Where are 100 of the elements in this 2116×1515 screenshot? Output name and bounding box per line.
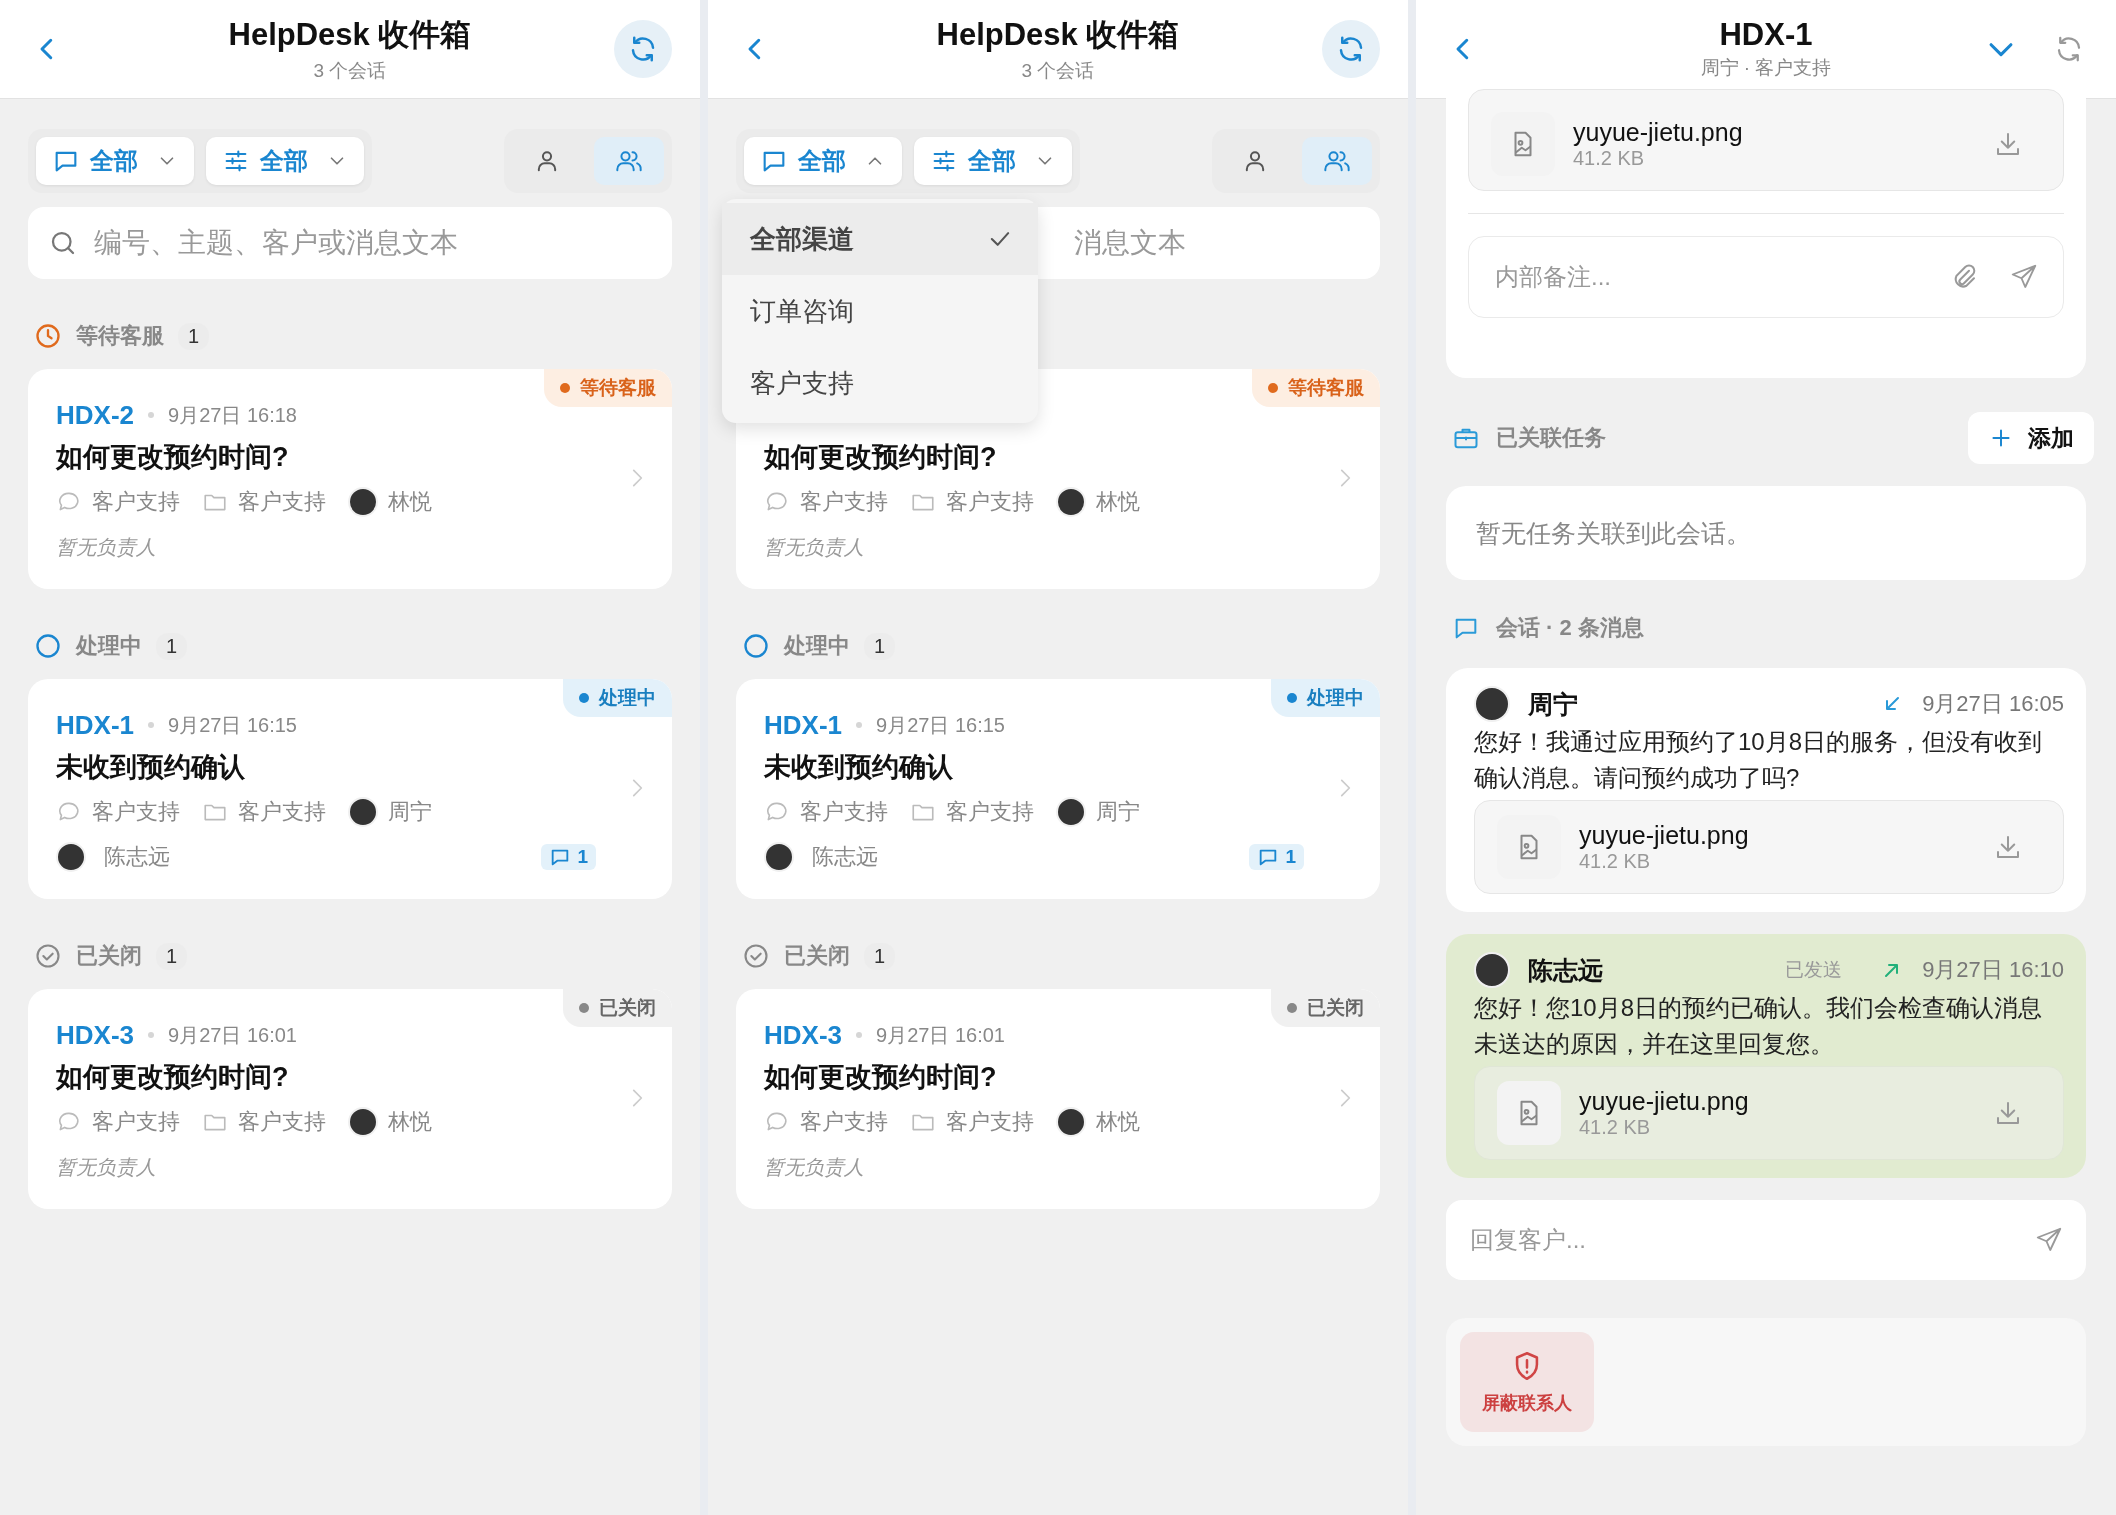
window-subtitle: 周宁 · 客户支持 [1700,56,1832,80]
window-subtitle: 3 个会话 [1020,59,1096,83]
status-dot [1287,693,1297,703]
ticket-subject: 如何更改预约时间? [764,441,998,474]
group-title: 处理中 [784,632,850,660]
separator-dot [856,1032,862,1038]
ticket-subject: 如何更改预约时间? [56,441,290,474]
search-field[interactable]: 编号、主题、客户或消息文本 [92,226,652,260]
message-time: 9月27日 16:05 [1922,690,2064,718]
group-title: 等待客服 [76,322,164,350]
attachment-card[interactable]: yuyue-jietu.png 41.2 KB [1468,89,2064,191]
avatar [56,842,86,872]
file-name: yuyue-jietu.png [1579,821,1750,850]
group-title: 已关闭 [76,942,142,970]
count-badge: 1 [156,632,188,660]
attachment-card[interactable]: yuyue-jietu.png 41.2 KB [1474,800,2064,894]
avatar [1474,952,1510,988]
file-name: yuyue-jietu.png [1579,1087,1750,1116]
customer-name: 林悦 [1096,488,1140,516]
comment-count: 1 [577,846,588,868]
file-size: 41.2 KB [1579,850,1652,873]
customer-name: 林悦 [1096,1108,1140,1136]
check-circle-icon [742,942,770,970]
customer-name: 林悦 [388,488,432,516]
group-view-button[interactable] [594,137,664,185]
inbox-label: 客户支持 [238,1108,326,1136]
avatar [348,487,378,517]
author-name: 周宁 [1528,688,1578,720]
author-name: 陈志远 [1528,954,1603,986]
note-field[interactable]: 内部备注... [1493,262,1919,292]
avatar [764,842,794,872]
attachment-card[interactable]: yuyue-jietu.png 41.2 KB [1474,1066,2064,1160]
ticket-id: HDX-2 [56,399,134,431]
ticket-time: 9月27日 16:15 [168,712,297,738]
ticket-subject: 未收到预约确认 [56,751,246,784]
group-title: 处理中 [76,632,142,660]
status-dot [1268,383,1278,393]
reply-bar[interactable]: 回复客户... [1446,1200,2086,1280]
channel-label: 客户支持 [92,798,180,826]
inbox-label: 客户支持 [238,488,326,516]
ticket-time: 9月27日 16:01 [168,1022,297,1048]
status-label: 已关闭 [599,996,656,1020]
ticket-time: 9月27日 16:01 [876,1022,1005,1048]
empty-state-text: 暂无任务关联到此会话。 [1476,517,1751,549]
ticket-id: HDX-1 [56,709,134,741]
count-badge: 1 [178,322,210,350]
assignee-name: 陈志远 [104,843,170,871]
search-bar[interactable]: 编号、主题、客户或消息文本 [28,207,672,279]
window-subtitle: 3 个会话 [312,59,388,83]
customer-name: 周宁 [388,798,432,826]
avatar [1056,487,1086,517]
circle-icon [34,632,62,660]
add-button[interactable]: 添加 [1968,412,2094,464]
avatar [1056,1107,1086,1137]
unassigned-label: 暂无负责人 [56,1154,156,1180]
check-circle-icon [34,942,62,970]
file-name: yuyue-jietu.png [1573,118,1744,147]
file-size: 41.2 KB [1573,147,1646,170]
ticket-id: HDX-3 [56,1019,134,1051]
menu-item[interactable]: 全部渠道 [722,203,1038,275]
inbox-label: 客户支持 [946,1108,1034,1136]
file-size: 41.2 KB [1579,1116,1652,1139]
message-time: 9月27日 16:10 [1922,956,2064,984]
avatar [348,1107,378,1137]
clock-icon [34,322,62,350]
ticket-card[interactable]: 已关闭 HDX-3 9月27日 16:01 如何更改预约时间? 客户支持 客户支持 林悦 暂无负责人 [736,989,1380,1209]
status-dot [1287,1003,1297,1013]
delivery-status: 已发送 [1785,958,1843,982]
assignee-name: 陈志远 [812,843,878,871]
status-label: 已关闭 [1307,996,1364,1020]
inbox-label: 客户支持 [946,798,1034,826]
status-label: 等待客服 [580,376,656,400]
ticket-id: HDX-1 [764,709,842,741]
ticket-subject: 未收到预约确认 [764,751,954,784]
ticket-card[interactable]: 处理中 HDX-1 9月27日 16:15 未收到预约确认 客户支持 客户支持 周宁 陈志远 1 [28,679,672,899]
reply-field[interactable]: 回复客户... [1468,1225,2034,1255]
filter-dropdown[interactable]: 全部 [744,137,902,185]
section-title: 已关联任务 [1496,424,1606,452]
customer-name: 林悦 [388,1108,432,1136]
message-text: 您好！您10月8日的预约已确认。我们会检查确认消息未送达的原因，并在这里回复您。 [1474,993,2044,1059]
filter-dropdown[interactable]: 全部 [914,137,1072,185]
ticket-time: 9月27日 16:18 [168,402,297,428]
separator-dot [148,722,154,728]
ticket-card[interactable]: 处理中 HDX-1 9月27日 16:15 未收到预约确认 客户支持 客户支持 周宁 陈志远 1 [736,679,1380,899]
unassigned-label: 暂无负责人 [56,534,156,560]
filter-dropdown[interactable]: 全部 [206,137,364,185]
window-title: HelpDesk 收件箱 [936,16,1180,54]
filter-dropdown[interactable]: 全部 [36,137,194,185]
menu-item-label: 全部渠道 [750,222,854,256]
ticket-card[interactable]: 等待客服 HDX-2 9月27日 16:18 如何更改预约时间? 客户支持 客户支持 林悦 暂无负责人 [28,369,672,589]
group-view-button[interactable] [1302,137,1372,185]
separator-dot [856,722,862,728]
channel-label: 客户支持 [92,1108,180,1136]
inbox-label: 客户支持 [238,798,326,826]
channel-label: 客户支持 [800,488,888,516]
customer-name: 周宁 [1096,798,1140,826]
block-contact-button[interactable]: 屏蔽联系人 [1460,1332,1594,1432]
note-bar[interactable]: 内部备注... [1468,236,2064,318]
ticket-card[interactable]: 已关闭 HDX-3 9月27日 16:01 如何更改预约时间? 客户支持 客户支持 林悦 暂无负责人 [28,989,672,1209]
menu-item-label: 订单咨询 [750,294,854,328]
